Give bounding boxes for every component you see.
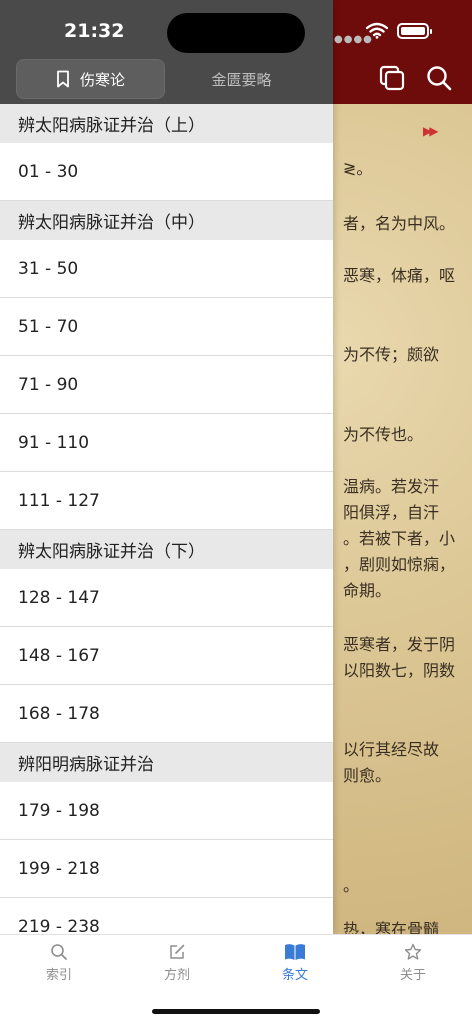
- reader-line: ≷。: [343, 159, 373, 178]
- status-time: 21:32: [64, 20, 125, 42]
- segment-label: 伤寒论: [79, 70, 125, 89]
- reader-line: 。: [343, 876, 360, 895]
- reader-line: 为不传；颇欲: [343, 345, 440, 364]
- reader-line: 恶寒，体痛，呕: [343, 266, 456, 285]
- segment-shanghanlun[interactable]: 伤寒论: [16, 59, 165, 99]
- chapter-drawer: 伤寒论 金匮要略 辨太阳病脉证并治（上） 01 - 30 辨太阳病脉证并治（中）…: [0, 0, 333, 934]
- wifi-icon: [366, 22, 388, 39]
- reader-line: 以阳数七，阴数: [343, 661, 456, 680]
- list-item[interactable]: 128 - 147: [0, 569, 333, 627]
- tab-clauses[interactable]: 条文: [236, 941, 354, 991]
- tab-label: 方剂: [163, 968, 190, 983]
- tab-label: 关于: [399, 968, 426, 983]
- tab-prescriptions[interactable]: 方剂: [118, 941, 236, 991]
- list-item[interactable]: 219 - 238: [0, 898, 333, 934]
- reader-line: 以行其经尽故: [343, 740, 440, 759]
- list-item[interactable]: 51 - 70: [0, 298, 333, 356]
- home-indicator: [152, 1009, 320, 1014]
- book-icon: [285, 944, 305, 960]
- reader-line: ，剧则如惊痫，: [343, 555, 456, 574]
- battery-icon: [397, 23, 432, 39]
- search-icon: [51, 944, 67, 960]
- dynamic-island: [167, 13, 305, 53]
- list-item[interactable]: 71 - 90: [0, 356, 333, 414]
- copy-icon[interactable]: [378, 64, 406, 92]
- list-item[interactable]: 148 - 167: [0, 627, 333, 685]
- list-item[interactable]: 179 - 198: [0, 782, 333, 840]
- list-item[interactable]: 91 - 110: [0, 414, 333, 472]
- book-segmented-control: 伤寒论 金匮要略: [16, 59, 318, 99]
- tab-index[interactable]: 索引: [0, 941, 118, 991]
- list-item[interactable]: 31 - 50: [0, 240, 333, 298]
- edit-icon: [170, 944, 185, 959]
- next-arrow-icon[interactable]: ▶▶: [423, 124, 439, 138]
- list-item[interactable]: 168 - 178: [0, 685, 333, 743]
- reader-line: 命期。: [343, 581, 392, 600]
- search-icon[interactable]: [425, 64, 453, 92]
- reader-line: 温病。若发汗: [343, 477, 440, 496]
- section-header: 辨太阳病脉证并治（下）: [0, 530, 333, 569]
- section-header: 辨太阳病脉证并治（上）: [0, 104, 333, 143]
- list-item[interactable]: 199 - 218: [0, 840, 333, 898]
- chapter-list: 辨太阳病脉证并治（上） 01 - 30 辨太阳病脉证并治（中） 31 - 50 …: [0, 104, 333, 934]
- list-item[interactable]: 111 - 127: [0, 472, 333, 530]
- bookmark-icon: [57, 70, 69, 88]
- tab-about[interactable]: 关于: [354, 941, 472, 991]
- section-header: 辨阳明病脉证并治: [0, 743, 333, 782]
- reader-line: 阳俱浮，自汗: [343, 503, 440, 522]
- reader-line: 。若被下者，小: [343, 529, 456, 548]
- segment-jinkuiyaolue[interactable]: 金匮要略: [167, 59, 316, 99]
- reader-line: 恶寒者，发于阴: [343, 635, 456, 654]
- star-icon: [404, 943, 422, 960]
- reader-line: 者，名为中风。: [343, 214, 456, 233]
- reader-line: 则愈。: [343, 766, 392, 785]
- segment-label: 金匮要略: [211, 70, 272, 89]
- list-item[interactable]: 01 - 30: [0, 143, 333, 201]
- reader-line: 为不传也。: [343, 425, 424, 444]
- tab-label: 条文: [281, 968, 308, 983]
- tab-label: 索引: [45, 968, 72, 983]
- section-header: 辨太阳病脉证并治（中）: [0, 201, 333, 240]
